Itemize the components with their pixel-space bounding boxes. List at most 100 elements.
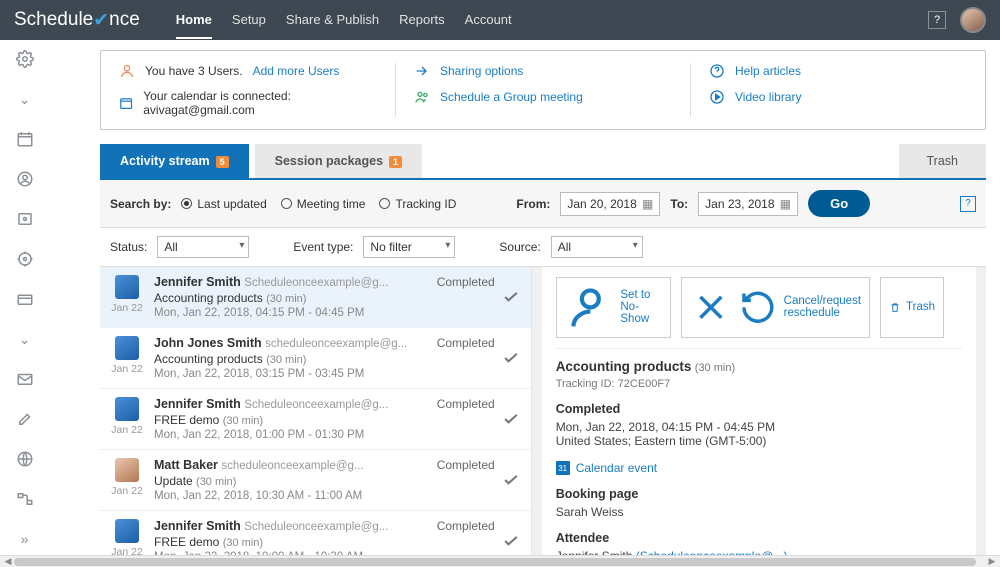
app-root: Schedule✔nce Home Setup Share & Publish Rep… xyxy=(0,0,1000,567)
item-time: Mon, Jan 22, 2018, 04:15 PM - 04:45 PM xyxy=(154,307,427,319)
gear-icon[interactable] xyxy=(16,50,34,68)
settings-alt-icon[interactable] xyxy=(16,250,34,268)
info-users-text: You have 3 Users. xyxy=(145,64,243,78)
nav-link-home[interactable]: Home xyxy=(176,2,212,39)
nav-link-account[interactable]: Account xyxy=(465,2,512,39)
item-status: Completed xyxy=(437,336,521,380)
item-name: Jennifer Smith Scheduleonceexample@g... xyxy=(154,397,427,411)
info-calendar-text: Your calendar is connected: avivagat@gma… xyxy=(143,89,377,117)
help-icon[interactable]: ? xyxy=(928,11,946,29)
inline-help-icon[interactable]: ? xyxy=(960,196,976,212)
detail-datetime: Mon, Jan 22, 2018, 04:15 PM - 04:45 PM xyxy=(556,420,962,434)
detail-status-heading: Completed xyxy=(556,402,962,416)
globe-icon[interactable] xyxy=(16,450,34,468)
item-time: Mon, Jan 22, 2018, 03:15 PM - 03:45 PM xyxy=(154,368,427,380)
calendar-icon[interactable] xyxy=(16,130,34,148)
info-users: You have 3 Users. Add more Users xyxy=(119,63,377,79)
booking-page-heading: Booking page xyxy=(556,487,962,501)
avatar-thumbnail xyxy=(115,519,139,543)
play-icon xyxy=(709,89,725,105)
group-icon xyxy=(414,89,430,105)
event-type-select[interactable]: No filter xyxy=(363,236,455,258)
event-type-label: Event type: xyxy=(293,240,353,254)
go-button[interactable]: Go xyxy=(808,190,870,217)
radio-last-updated[interactable]: Last updated xyxy=(181,197,266,211)
item-time: Mon, Jan 22, 2018, 10:00 AM - 10:30 AM xyxy=(154,551,427,555)
left-sidebar: ⌄ ⌄ » xyxy=(0,40,50,555)
item-status: Completed xyxy=(437,275,521,319)
info-card: You have 3 Users. Add more Users Your ca… xyxy=(100,50,986,130)
search-bar: Search by: Last updated Meeting time Track… xyxy=(100,180,986,228)
radio-tracking-id[interactable]: Tracking ID xyxy=(379,197,456,211)
edit-icon[interactable] xyxy=(16,410,34,428)
nav-link-reports[interactable]: Reports xyxy=(399,2,445,39)
activity-item[interactable]: Jan 22John Jones Smith scheduleonceexamp… xyxy=(100,328,531,389)
activity-item[interactable]: Jan 22Jennifer Smith Scheduleonceexample… xyxy=(100,511,531,555)
item-date: Jan 22 xyxy=(111,302,143,314)
search-by-label: Search by: xyxy=(110,197,171,211)
item-name: Jennifer Smith Scheduleonceexample@g... xyxy=(154,519,427,533)
trash-button[interactable]: Trash xyxy=(880,277,944,338)
item-time: Mon, Jan 22, 2018, 01:00 PM - 01:30 PM xyxy=(154,429,427,441)
activity-item[interactable]: Jan 22 Matt Baker scheduleonceexample@g..… xyxy=(100,450,531,511)
nav-link-share-publish[interactable]: Share & Publish xyxy=(286,2,379,39)
item-status: Completed xyxy=(437,458,521,502)
source-select[interactable]: All xyxy=(551,236,643,258)
filter-bar: Status: All Event type: No filter Source… xyxy=(100,228,986,267)
item-name: Matt Baker scheduleonceexample@g... xyxy=(154,458,427,472)
horizontal-scrollbar[interactable]: ◀ ▶ xyxy=(0,555,1000,567)
list-scrollbar[interactable] xyxy=(532,267,542,555)
video-library-link[interactable]: Video library xyxy=(735,90,801,104)
set-noshow-button[interactable]: Set to No-Show xyxy=(556,277,672,338)
status-select[interactable]: All xyxy=(157,236,249,258)
detail-duration: (30 min) xyxy=(695,362,735,374)
group-meeting-link[interactable]: Schedule a Group meeting xyxy=(440,90,583,104)
badge-icon[interactable] xyxy=(16,210,34,228)
avatar-thumbnail xyxy=(115,458,139,482)
tracking-label: Tracking ID: xyxy=(556,378,615,390)
to-date-input[interactable]: Jan 23, 2018▦ xyxy=(698,192,798,216)
top-header: Schedule✔nce Home Setup Share & Publish Rep… xyxy=(0,0,1000,40)
tab-trash[interactable]: Trash xyxy=(899,144,987,178)
calendar-glyph-icon: ▦ xyxy=(780,197,791,211)
help-article-icon xyxy=(709,63,725,79)
nav-links: Home Setup Share & Publish Reports Account xyxy=(176,2,512,39)
radio-meeting-time[interactable]: Meeting time xyxy=(281,197,366,211)
scroll-left-icon[interactable]: ◀ xyxy=(2,556,14,567)
item-date: Jan 22 xyxy=(111,485,143,497)
add-users-link[interactable]: Add more Users xyxy=(253,64,340,78)
mail-icon[interactable] xyxy=(16,370,34,388)
tab-activity-stream[interactable]: Activity stream5 xyxy=(100,144,249,178)
from-date-input[interactable]: Jan 20, 2018▦ xyxy=(560,192,660,216)
calendar-event-link[interactable]: 31 Calendar event xyxy=(556,461,657,475)
scroll-right-icon[interactable]: ▶ xyxy=(986,556,998,567)
activity-item[interactable]: Jan 22Jennifer Smith Scheduleonceexample… xyxy=(100,267,531,328)
tracking-id: 72CE00F7 xyxy=(618,378,671,390)
item-title: Update (30 min) xyxy=(154,474,427,488)
user-circle-icon[interactable] xyxy=(16,170,34,188)
help-articles-link[interactable]: Help articles xyxy=(735,64,801,78)
user-icon xyxy=(119,63,135,79)
tabs-row: Activity stream5 Session packages1 Trash xyxy=(100,144,986,180)
expand-icon[interactable]: » xyxy=(16,530,34,548)
booking-page-value: Sarah Weiss xyxy=(556,505,962,519)
flow-icon[interactable] xyxy=(16,490,34,508)
logo: Schedule✔nce xyxy=(14,9,140,32)
attendee-heading: Attendee xyxy=(556,531,962,545)
calendar-glyph-icon: ▦ xyxy=(642,197,653,211)
chevron-down-icon-2[interactable]: ⌄ xyxy=(16,330,34,348)
activity-item[interactable]: Jan 22Jennifer Smith Scheduleonceexample… xyxy=(100,389,531,450)
cancel-reschedule-button[interactable]: Cancel/request reschedule xyxy=(681,277,870,338)
avatar[interactable] xyxy=(960,7,986,33)
tab-session-packages[interactable]: Session packages1 xyxy=(255,144,422,178)
nav-link-setup[interactable]: Setup xyxy=(232,2,266,39)
chevron-down-icon[interactable]: ⌄ xyxy=(16,90,34,108)
avatar-thumbnail xyxy=(115,336,139,360)
card-icon[interactable] xyxy=(16,290,34,308)
to-label: To: xyxy=(670,197,688,211)
detail-scrollbar[interactable] xyxy=(976,267,986,555)
item-title: FREE demo (30 min) xyxy=(154,535,427,549)
sharing-link[interactable]: Sharing options xyxy=(440,64,523,78)
status-label: Status: xyxy=(110,240,147,254)
search-radio-group: Last updated Meeting time Tracking ID xyxy=(181,197,456,211)
